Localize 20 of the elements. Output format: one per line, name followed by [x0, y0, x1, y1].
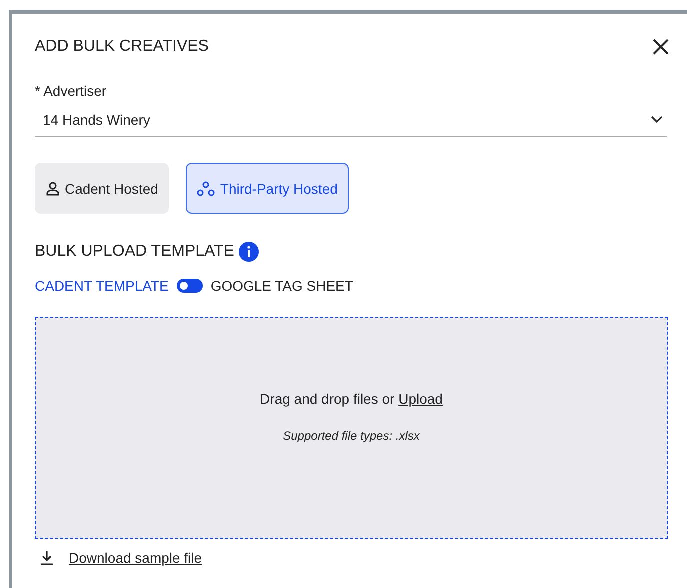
chevron-down-icon [651, 116, 663, 124]
dropzone[interactable]: Drag and drop files or Upload Supported file types: .xlsx [35, 317, 668, 539]
download-icon[interactable] [39, 550, 55, 566]
close-icon[interactable] [652, 38, 670, 56]
hosting-option[interactable]: Third-Party Hosted [186, 163, 349, 214]
file-types-hint: Supported file types: .xlsx [283, 429, 420, 443]
toggle-label: GOOGLE TAG SHEET [210, 278, 354, 294]
download-link[interactable]: Download sample file [69, 550, 202, 566]
toggle-switch[interactable] [176, 279, 203, 293]
hosting-option[interactable]: Cadent Hosted [35, 163, 170, 214]
section-heading: BULK UPLOAD TEMPLATE [35, 243, 234, 261]
dropzone-text: Drag and drop files or [260, 391, 395, 407]
nodes-icon [197, 180, 216, 196]
advertiser-select[interactable]: 14 Hands Winery [35, 103, 667, 137]
info-icon[interactable] [239, 242, 260, 262]
field-label: * Advertiser [35, 83, 108, 99]
upload-link[interactable]: Upload [398, 391, 443, 407]
dialog-title: ADD BULK CREATIVES [35, 38, 209, 56]
toggle-label: CADENT TEMPLATE [35, 278, 169, 294]
person-icon [46, 182, 60, 196]
